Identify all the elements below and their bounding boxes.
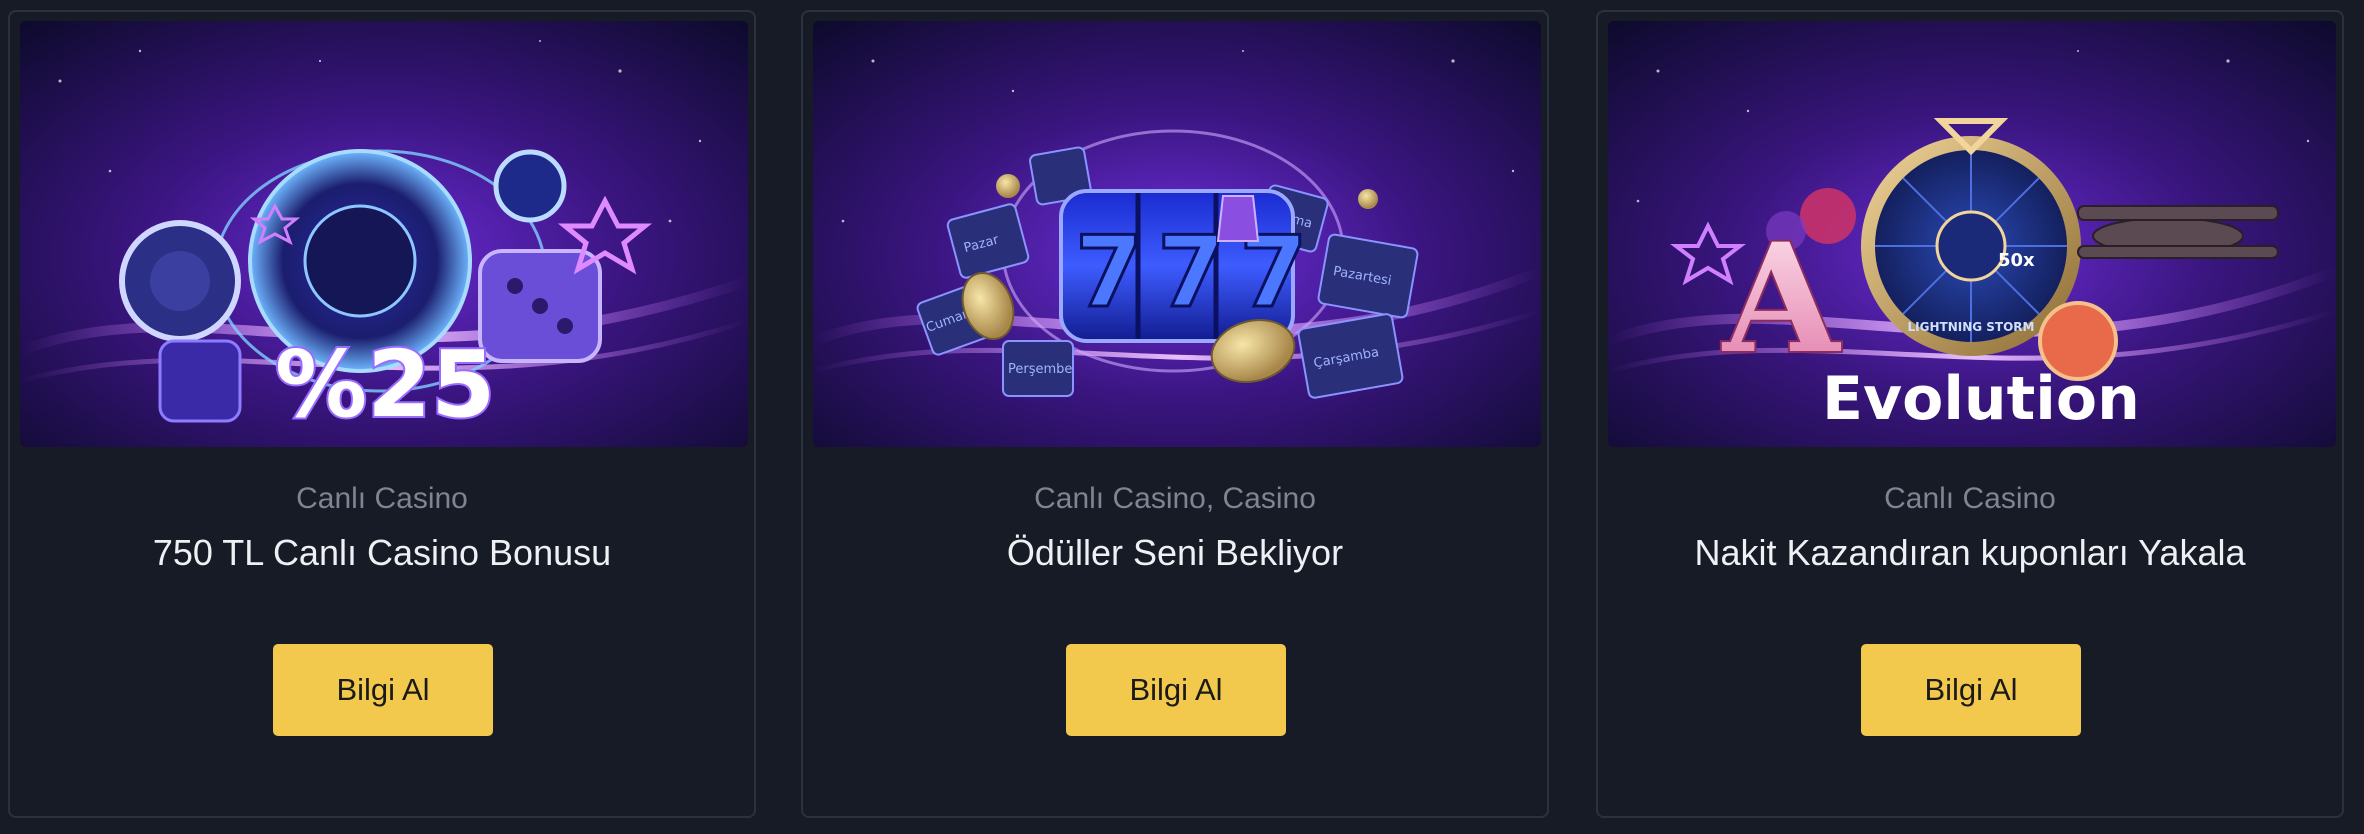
promo-card: Pazar Pazartesi Çarşamba Perşembe Cumart… — [801, 10, 1549, 818]
banner-day: Perşembe — [1008, 362, 1072, 377]
svg-text:A: A — [1721, 211, 1842, 387]
promo-title: Ödüller Seni Bekliyor — [1006, 532, 1344, 573]
promotions-grid: %25 Canlı Casino 750 TL Canlı Casino Bon… — [0, 0, 2364, 834]
promo-banner-image[interactable]: Pazar Pazartesi Çarşamba Perşembe Cumart… — [813, 21, 1541, 447]
promo-title: 750 TL Canlı Casino Bonusu — [152, 532, 612, 573]
info-button[interactable]: Bilgi Al — [1066, 644, 1286, 736]
promo-card: 50x LIGHTNING STORM A Evolution Canlı Ca… — [1596, 10, 2344, 818]
banner-multiplier: 50x — [1998, 250, 2035, 271]
promo-category: Canlı Casino — [1884, 482, 2056, 515]
promo-category: Canlı Casino — [296, 482, 468, 515]
promo-category: Canlı Casino, Casino — [1034, 482, 1316, 515]
promo-title: Nakit Kazandıran kuponları Yakala — [1694, 532, 2246, 573]
banner-slot-text: 777 — [1075, 216, 1322, 330]
info-button[interactable]: Bilgi Al — [273, 644, 493, 736]
banner-badge: LIGHTNING STORM — [1908, 320, 2035, 334]
banner-percent-text: %25 — [275, 331, 495, 438]
info-button[interactable]: Bilgi Al — [1861, 644, 2081, 736]
banner-brand-text: Evolution — [1822, 364, 2140, 434]
promo-card: %25 Canlı Casino 750 TL Canlı Casino Bon… — [8, 10, 756, 818]
promo-banner-image[interactable]: %25 — [20, 21, 748, 447]
promo-banner-image[interactable]: 50x LIGHTNING STORM A Evolution — [1608, 21, 2336, 447]
